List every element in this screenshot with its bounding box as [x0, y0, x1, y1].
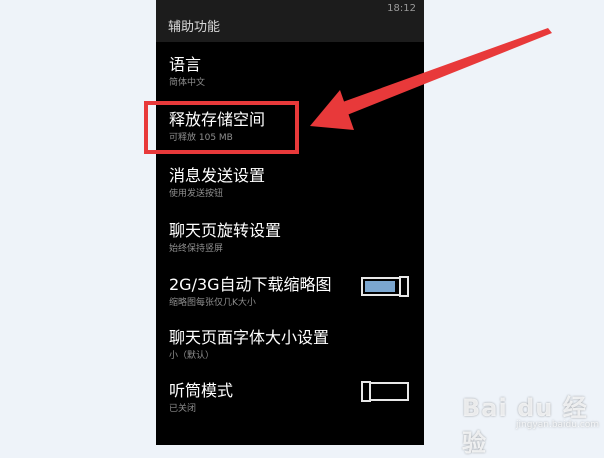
- watermark-url: jingyan.baidu.com: [516, 420, 600, 430]
- baidu-watermark: Bai du 经验 jingyan.baidu.com: [462, 378, 602, 457]
